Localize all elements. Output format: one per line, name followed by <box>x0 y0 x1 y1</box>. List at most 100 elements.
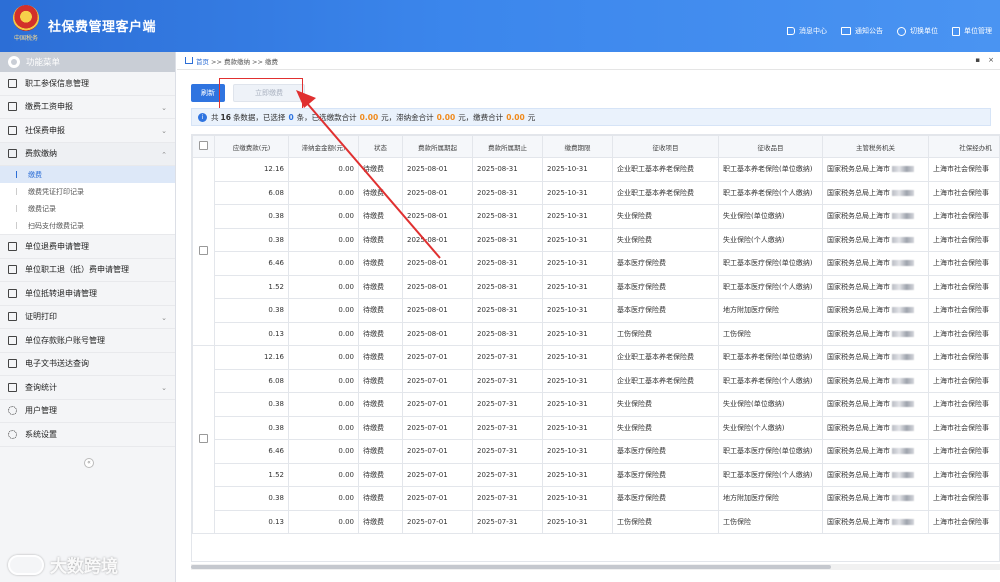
table-row[interactable]: 0.13 0.00 待缴费 2025-07-01 2025-07-31 2025-10-3… <box>193 509 999 534</box>
levy-item-text: 基本医疗保险费 <box>617 306 666 315</box>
pin-icon[interactable]: ▪ <box>975 56 980 64</box>
amount-text: 0.38 <box>268 212 284 221</box>
levy-category-cell: 地方附加医疗保险 <box>718 486 823 511</box>
levy-category-cell: 职工基本医疗保险(单位缴纳) <box>718 439 823 464</box>
period-end-cell: 2025-08-31 <box>472 321 543 346</box>
sidebar-item-label: 单位职工退（抵）费申请管理 <box>25 265 129 275</box>
table-row[interactable]: 6.46 0.00 待缴费 2025-07-01 2025-07-31 2025-10-3… <box>193 439 999 464</box>
deadline-text: 2025-10-31 <box>547 188 588 197</box>
sidebar-item-employee-refund[interactable]: 单位职工退（抵）费申请管理 <box>0 259 175 282</box>
period-end-cell: 2025-07-31 <box>472 439 543 464</box>
table-row[interactable]: 0.38 0.00 待缴费 2025-08-01 2025-08-31 2025-10-3… <box>193 204 999 229</box>
sidebar-item-wage-declare[interactable]: 缴费工资申报 ⌄ <box>0 96 175 119</box>
col-header[interactable]: 征收项目 <box>612 135 719 158</box>
sidebar-item-insured-info[interactable]: 职工参保信息管理 <box>0 72 175 96</box>
submenu-receipt-print[interactable]: 缴费凭证打印记录 <box>0 183 175 200</box>
tax-authority-cell: 国家税务总局上海市 <box>822 321 929 346</box>
period-start-text: 2025-08-01 <box>407 306 448 315</box>
col-header[interactable]: 征收品目 <box>718 135 823 158</box>
col-header[interactable]: 滞纳金金额(元) <box>288 135 359 158</box>
submenu-pay[interactable]: 缴费 <box>0 166 175 183</box>
chevron-down-icon: ⌄ <box>161 384 167 392</box>
sidebar-item-query[interactable]: 查询统计 ⌄ <box>0 376 175 400</box>
table-row[interactable]: 1.52 0.00 待缴费 2025-07-01 2025-07-31 2025-10-3… <box>193 462 999 487</box>
table-row[interactable]: 12.16 0.00 待缴费 2025-07-01 2025-07-31 2025-10-… <box>192 345 999 534</box>
select-all-checkbox[interactable] <box>199 141 208 150</box>
switch-unit-button[interactable]: 切换单位 <box>897 26 938 36</box>
status-cell: 待缴费 <box>358 462 403 487</box>
sidebar-item-payment[interactable]: 费款缴纳 ⌃ <box>0 142 175 166</box>
levy-category-text: 职工基本医疗保险(个人缴纳) <box>723 470 813 479</box>
submenu-pay-records[interactable]: 缴费记录 <box>0 200 175 217</box>
unit-manage-button[interactable]: 单位管理 <box>952 26 992 36</box>
sidebar-item-offset-refund[interactable]: 单位抵转退申请管理 <box>0 282 175 306</box>
agency-text: 上海市社会保险事 <box>933 353 989 362</box>
group-checkbox[interactable] <box>199 246 208 255</box>
col-header[interactable]: 应缴费款(元) <box>214 135 289 158</box>
period-start-text: 2025-07-01 <box>407 447 448 456</box>
period-end-cell: 2025-07-31 <box>472 415 543 440</box>
levy-category-text: 地方附加医疗保险 <box>723 306 779 315</box>
period-start-text: 2025-07-01 <box>407 353 448 362</box>
summary-mid1: 条数据，已选择 <box>232 112 286 122</box>
amount-text: 6.46 <box>268 447 284 456</box>
tax-authority-cell: 国家税务总局上海市 <box>822 415 929 440</box>
period-start-cell: 2025-07-01 <box>402 392 473 417</box>
horizontal-scrollbar[interactable] <box>191 564 1000 570</box>
deadline-text: 2025-10-31 <box>547 329 588 338</box>
table-row[interactable]: 6.46 0.00 待缴费 2025-08-01 2025-08-31 2025-10-3… <box>193 251 999 276</box>
sidebar-item-refund[interactable]: 单位退费申请管理 <box>0 235 175 259</box>
select-all-cell[interactable] <box>192 135 215 158</box>
table-row[interactable]: 0.38 0.00 待缴费 2025-07-01 2025-07-31 2025-10-3… <box>193 392 999 417</box>
scrollbar-thumb[interactable] <box>191 565 831 569</box>
table-row[interactable]: 12.16 0.00 待缴费 2025-08-01 2025-08-31 2025-10-… <box>192 157 999 346</box>
sidebar-item-social-declare[interactable]: 社保费申报 ⌄ <box>0 119 175 143</box>
levy-item-text: 企业职工基本养老保险费 <box>617 188 694 197</box>
col-header[interactable]: 费款所属期起 <box>402 135 473 158</box>
summary-amount: 0.00 <box>359 112 379 122</box>
period-start-cell: 2025-08-01 <box>402 298 473 323</box>
sidebar-item-bank-account[interactable]: 单位存款账户账号管理 <box>0 329 175 353</box>
col-header[interactable]: 主管税务机关 <box>822 135 929 158</box>
table-row[interactable]: 0.38 0.00 待缴费 2025-07-01 2025-07-31 2025-10-3… <box>193 415 999 440</box>
agency-text: 上海市社会保险事 <box>933 212 989 221</box>
period-end-cell: 2025-07-31 <box>472 392 543 417</box>
submenu-scan-records[interactable]: 扫码支付缴费记录 <box>0 217 175 234</box>
col-header[interactable]: 缴费期限 <box>542 135 613 158</box>
col-header[interactable]: 费款所属期止 <box>472 135 543 158</box>
col-header[interactable]: 状态 <box>358 135 403 158</box>
close-icon[interactable]: × <box>988 56 994 64</box>
group-select-cell[interactable] <box>192 157 215 346</box>
table-row[interactable]: 0.38 0.00 待缴费 2025-08-01 2025-08-31 2025-10-3… <box>193 298 999 323</box>
col-header[interactable]: 社保经办机 <box>928 135 999 158</box>
late-fee-text: 0.00 <box>338 235 354 244</box>
speaker-icon <box>787 27 795 35</box>
sidebar-item-certificate[interactable]: 证明打印 ⌄ <box>0 306 175 329</box>
tax-authority-text: 国家税务总局上海市 <box>827 259 890 268</box>
tax-authority-text: 国家税务总局上海市 <box>827 423 890 432</box>
status-cell: 待缴费 <box>358 345 403 370</box>
sidebar-item-settings[interactable]: 系统设置 <box>0 423 175 447</box>
table-row[interactable]: 0.13 0.00 待缴费 2025-08-01 2025-08-31 2025-10-3… <box>193 321 999 346</box>
message-center-button[interactable]: 消息中心 <box>787 26 827 36</box>
sidebar-item-users[interactable]: 用户管理 <box>0 400 175 423</box>
sidebar-title: 功能菜单 <box>26 58 61 68</box>
amount-text: 1.52 <box>268 282 284 291</box>
levy-category-text: 工伤保险 <box>723 329 751 338</box>
table-row[interactable]: 6.08 0.00 待缴费 2025-08-01 2025-08-31 2025-10-3… <box>193 180 999 205</box>
table-row[interactable]: 0.38 0.00 待缴费 2025-08-01 2025-08-31 2025-10-3… <box>193 227 999 252</box>
table-row[interactable]: 6.08 0.00 待缴费 2025-07-01 2025-07-31 2025-10-3… <box>193 368 999 393</box>
agency-cell: 上海市社会保险事 <box>928 439 999 464</box>
table-row[interactable]: 0.38 0.00 待缴费 2025-07-01 2025-07-31 2025-10-3… <box>193 486 999 511</box>
sidebar-item-e-document[interactable]: 电子文书送达查询 <box>0 353 175 376</box>
redacted-mark <box>892 213 914 220</box>
sidebar-collapse-button[interactable]: « <box>84 458 94 468</box>
breadcrumb-home-link[interactable]: 首页 <box>196 56 209 66</box>
group-checkbox[interactable] <box>199 434 208 443</box>
tax-authority-text: 国家税务总局上海市 <box>827 470 890 479</box>
table-row[interactable]: 1.52 0.00 待缴费 2025-08-01 2025-08-31 2025-10-3… <box>193 274 999 299</box>
levy-category-cell: 职工基本养老保险(单位缴纳) <box>718 345 823 370</box>
levy-category-cell: 工伤保险 <box>718 321 823 346</box>
group-select-cell[interactable] <box>192 345 215 534</box>
notice-button[interactable]: 通知公告 <box>841 26 883 36</box>
